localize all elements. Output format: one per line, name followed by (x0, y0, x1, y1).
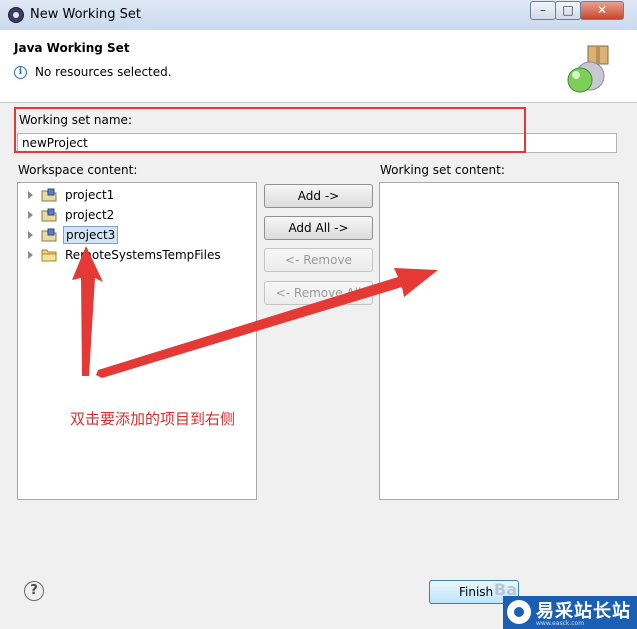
workspace-tree[interactable]: project1 project2 project3 RemoteSystems… (17, 182, 257, 500)
status-message: No resources selected. (35, 65, 172, 79)
workspace-content-label: Workspace content: (18, 163, 138, 177)
eclipse-icon (8, 7, 24, 23)
expand-icon[interactable] (28, 191, 33, 199)
tree-item-label: project3 (63, 226, 119, 244)
expand-icon[interactable] (28, 231, 33, 239)
wizard-header: Java Working Set i No resources selected… (0, 30, 637, 103)
tree-item-label: RemoteSystemsTempFiles (65, 248, 221, 262)
working-set-name-label: Working set name: (19, 113, 132, 127)
java-project-icon (41, 188, 57, 202)
working-set-name-input[interactable]: newProject (17, 133, 617, 153)
working-set-content-label: Working set content: (380, 163, 505, 177)
add-all-button[interactable]: Add All -> (264, 216, 373, 240)
watermark-logo: 易采站长站 www.easck.com (503, 596, 637, 629)
close-button[interactable]: ✕ (580, 1, 624, 20)
window-title: New Working Set (30, 7, 141, 22)
watermark-subtext: www.easck.com (536, 620, 585, 627)
page-title: Java Working Set (14, 41, 130, 55)
expand-icon[interactable] (28, 211, 33, 219)
folder-icon (41, 249, 57, 262)
help-icon[interactable]: ? (24, 581, 44, 601)
tree-item-label: project1 (65, 188, 115, 202)
expand-icon[interactable] (28, 251, 33, 259)
java-project-icon (41, 228, 57, 242)
info-icon: i (14, 66, 27, 79)
working-set-content-list[interactable] (379, 182, 619, 500)
title-bar: New Working Set – □ ✕ (0, 0, 637, 31)
java-project-icon (41, 208, 57, 222)
maximize-button[interactable]: □ (555, 1, 581, 20)
working-set-banner-icon (567, 45, 609, 93)
add-button[interactable]: Add -> (264, 184, 373, 208)
remove-button[interactable]: <- Remove (264, 248, 373, 272)
tree-item-label: project2 (65, 208, 115, 222)
minimize-button[interactable]: – (530, 1, 556, 20)
annotation-text: 双击要添加的项目到右侧 (70, 410, 236, 428)
remove-all-button[interactable]: <- Remove All (264, 281, 373, 305)
watermark-icon (507, 600, 531, 624)
